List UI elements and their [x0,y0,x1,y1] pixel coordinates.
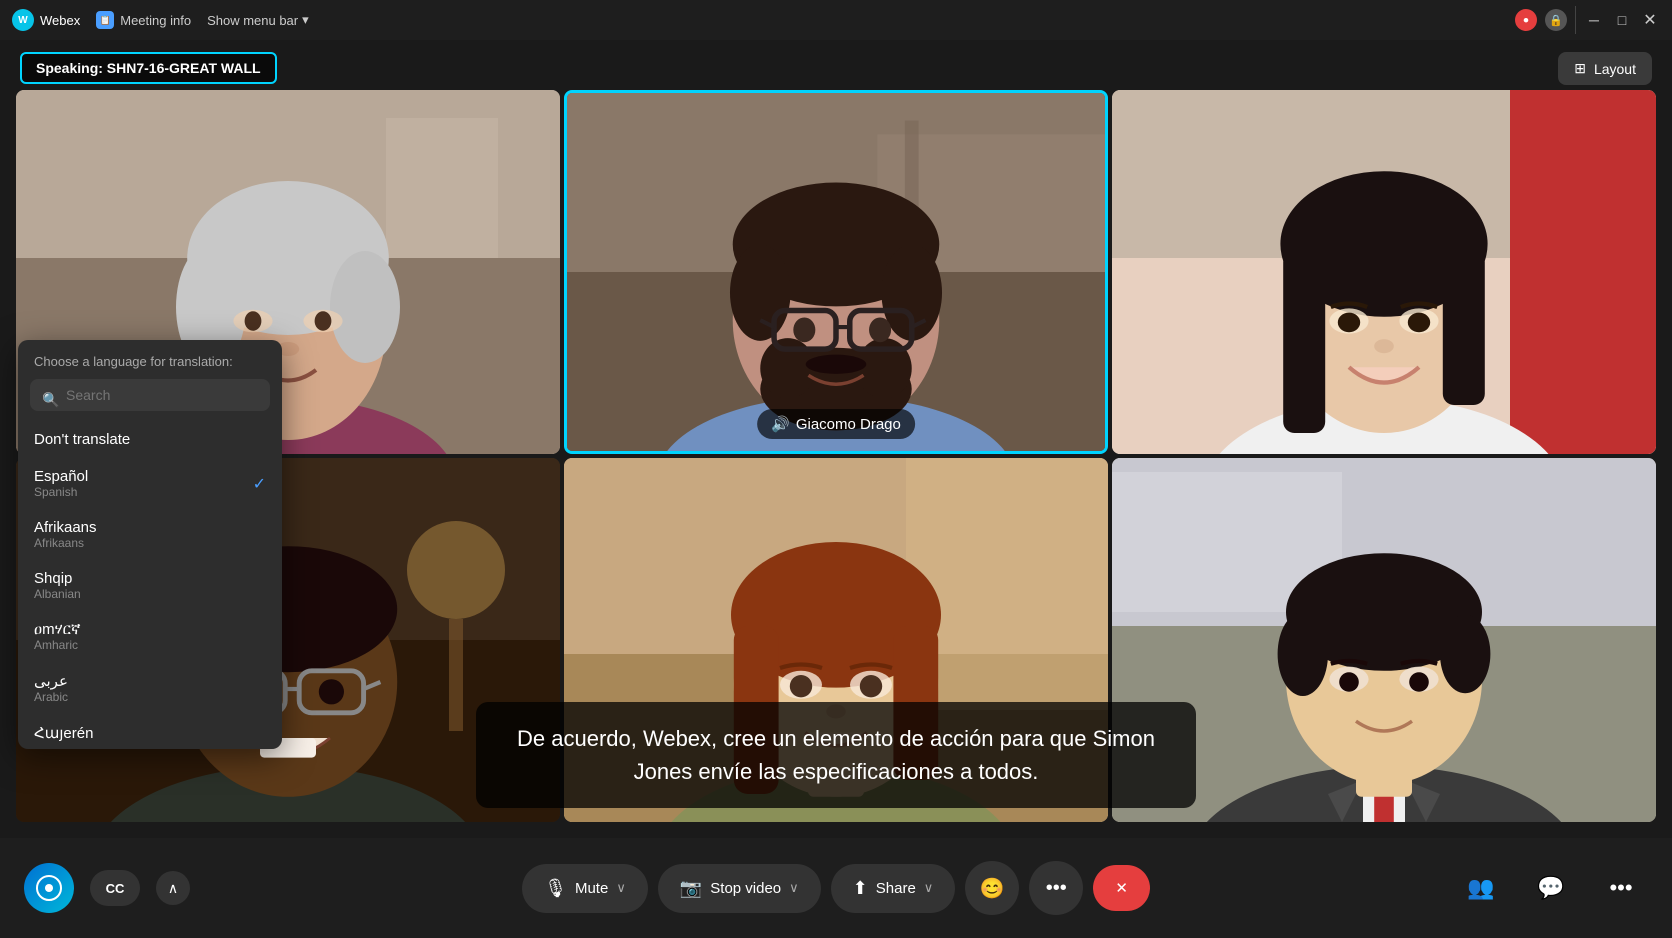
lang-item-armenian[interactable]: Հայerén Armenian [18,714,282,741]
subtitle-box: De acuerdo, Webex, cree un elemento de a… [476,702,1196,808]
mute-caret: ∨ [616,880,626,896]
mute-label: Mute [575,880,608,897]
ctrl-left: CC ∧ [24,863,190,913]
active-speaker-label: 🔊 Giacomo Drago [757,409,915,439]
speaker-name-text: Giacomo Drago [796,416,901,433]
chevron-up-icon: ∧ [168,880,178,897]
share-btn[interactable]: ⬆ Share ∨ [831,864,956,913]
lang-name-amharic: ዐmሃርኛ [34,621,80,638]
lang-name-afrikaans: Afrikaans [34,519,97,536]
video-cell-2: 🔊 Giacomo Drago [564,90,1108,454]
share-icon: ⬆ [853,878,868,899]
lang-check-spanish: ✓ [253,474,266,494]
stop-video-btn[interactable]: 📷 Stop video ∨ [658,864,821,913]
window-controls: ⏺ 🔒 ─ □ ✕ [1515,6,1660,34]
divider [1575,6,1576,34]
layout-btn[interactable]: ⊞ Layout [1558,52,1652,85]
close-btn[interactable]: ✕ [1640,10,1660,30]
lang-sub-amharic: Amharic [34,638,80,652]
overflow-icon: ••• [1609,875,1632,901]
reactions-btn[interactable]: 😊 [965,861,1019,915]
lang-name-albanian: Shqip [34,570,81,587]
chevron-down-icon: ▾ [302,12,309,28]
show-menu-btn[interactable]: Show menu bar ▾ [207,12,309,28]
maximize-btn[interactable]: □ [1612,10,1632,30]
lang-name-armenian: Հայerén [34,724,93,741]
participants-icon: 👥 [1467,875,1494,901]
lang-item-spanish[interactable]: Español Spanish ✓ [18,458,282,509]
menu-label: Show menu bar [207,13,298,28]
video-cell-3 [1112,90,1656,454]
lang-sub-albanian: Albanian [34,587,81,601]
ai-icon [35,874,63,902]
meeting-info-btn[interactable]: 📋 Meeting info [96,11,191,29]
lang-name-dont-translate: Don't translate [34,431,130,448]
speaking-badge: Speaking: SHN7-16-GREAT WALL [20,52,277,84]
layout-icon: ⊞ [1574,60,1586,77]
webex-ai-btn[interactable] [24,863,74,913]
stop-video-label: Stop video [710,880,781,897]
participant-avatar-3 [1112,90,1656,454]
lang-sub-afrikaans: Afrikaans [34,536,97,550]
lang-item-albanian[interactable]: Shqip Albanian [18,560,282,611]
lang-name-arabic: عربى [34,672,68,690]
overflow-btn[interactable]: ••• [1594,861,1648,915]
lang-item-afrikaans[interactable]: Afrikaans Afrikaans [18,509,282,560]
participant-video-2 [567,93,1105,451]
dropdown-title: Choose a language for translation: [18,354,282,379]
security-badge: 🔒 [1545,9,1567,31]
lang-item-dont-translate[interactable]: Don't translate [18,421,282,458]
video-caret: ∨ [789,880,799,896]
participants-btn[interactable]: 👥 [1454,861,1508,915]
video-icon: 📷 [680,878,702,899]
meeting-label: Meeting info [120,13,191,28]
language-dropdown: Choose a language for translation: 🔍 Don… [18,340,282,749]
cc-label: CC [106,881,125,896]
language-search-input[interactable] [30,379,270,411]
more-icon: ••• [1046,877,1067,900]
chat-icon: 💬 [1537,875,1564,901]
search-wrapper: 🔍 [18,379,282,421]
mic-active-icon: 🔊 [771,415,790,433]
app-name: Webex [40,13,80,28]
lang-name-spanish: Español [34,468,88,485]
lang-sub-spanish: Spanish [34,485,88,499]
speaking-indicator: Speaking: SHN7-16-GREAT WALL [20,52,277,84]
mic-icon: 🎙 [544,878,567,899]
ctrl-right: 👥 💬 ••• [1454,861,1648,915]
share-label: Share [876,880,916,897]
layout-label: Layout [1594,61,1636,77]
webex-icon: W [12,9,34,31]
lang-sub-arabic: Arabic [34,690,68,704]
speaking-name: SHN7-16-GREAT WALL [107,60,261,76]
recording-badge: ⏺ [1515,9,1537,31]
end-call-btn[interactable]: ✕ [1093,865,1150,911]
mute-btn[interactable]: 🎙 Mute ∨ [522,864,648,913]
titlebar: W Webex 📋 Meeting info Show menu bar ▾ ⏺… [0,0,1672,40]
participant-video-3 [1112,90,1656,454]
control-bar: CC ∧ 🎙 Mute ∨ 📷 Stop video ∨ ⬆ Share ∨ 😊… [0,838,1672,938]
participant-avatar-2 [567,93,1105,451]
app-logo[interactable]: W Webex [12,9,80,31]
chevron-up-btn[interactable]: ∧ [156,871,190,905]
chat-btn[interactable]: 💬 [1524,861,1578,915]
minimize-btn[interactable]: ─ [1584,10,1604,30]
share-caret: ∨ [924,880,934,896]
lang-item-amharic[interactable]: ዐmሃርኛ Amharic [18,611,282,662]
reactions-icon: 😊 [980,876,1005,901]
lang-item-arabic[interactable]: عربى Arabic [18,662,282,714]
cc-btn[interactable]: CC [90,870,140,906]
language-list: Don't translate Español Spanish ✓ Afrika… [18,421,282,741]
subtitle-text: De acuerdo, Webex, cree un elemento de a… [517,726,1155,784]
meeting-icon: 📋 [96,11,114,29]
speaking-prefix: Speaking: [36,60,103,76]
more-btn[interactable]: ••• [1029,861,1083,915]
end-call-icon: ✕ [1115,879,1128,897]
